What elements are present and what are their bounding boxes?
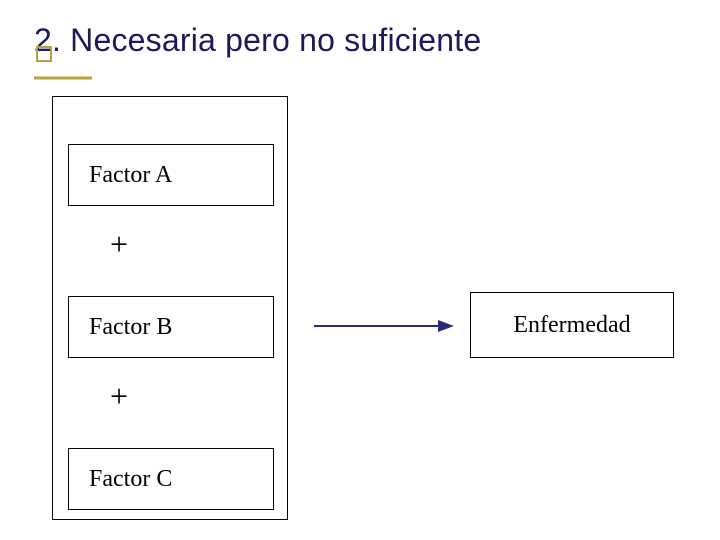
plus-operator-2: + bbox=[110, 378, 128, 415]
factor-a-label: Factor A bbox=[89, 162, 172, 189]
outcome-box: Enfermedad bbox=[470, 292, 674, 358]
title-bullet-icon bbox=[36, 46, 52, 62]
factor-c-box: Factor C bbox=[68, 448, 274, 510]
plus-operator-1: + bbox=[110, 226, 128, 263]
slide-title: 2. Necesaria pero no suficiente bbox=[34, 22, 481, 59]
factor-b-box: Factor B bbox=[68, 296, 274, 358]
outcome-label: Enfermedad bbox=[513, 312, 630, 339]
title-underline bbox=[0, 74, 720, 84]
factor-b-label: Factor B bbox=[89, 314, 172, 341]
factor-c-label: Factor C bbox=[89, 466, 172, 493]
factor-a-box: Factor A bbox=[68, 144, 274, 206]
arrow-icon bbox=[314, 318, 454, 334]
